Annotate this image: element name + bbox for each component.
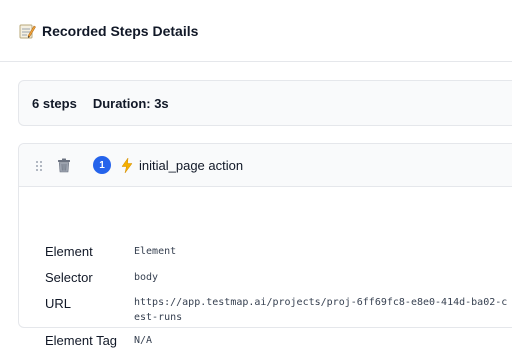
element-value: Element [134, 244, 512, 259]
element-tag-value: N/A [134, 333, 512, 348]
duration-text: Duration: 3s [93, 96, 169, 111]
url-label: URL [45, 296, 71, 311]
page-header: Recorded Steps Details [0, 0, 512, 62]
memo-icon [18, 22, 36, 40]
step-card-header: 1 initial_page action [19, 144, 512, 187]
step-number-badge: 1 [93, 156, 111, 174]
lightning-icon [121, 158, 133, 173]
steps-count: 6 steps [32, 96, 77, 111]
drag-handle-icon[interactable] [35, 159, 43, 171]
delete-step-button[interactable] [57, 158, 71, 173]
url-value-line-1: https://app.testmap.ai/projects/proj-6ff… [134, 295, 512, 310]
selector-label: Selector [45, 270, 93, 285]
url-value-line-2: est-runs [134, 310, 512, 325]
step-card: 1 initial_page action Element Element Se… [18, 143, 512, 328]
page-title: Recorded Steps Details [42, 23, 198, 39]
steps-summary-bar: 6 steps Duration: 3s [18, 80, 512, 126]
trash-icon [57, 158, 71, 173]
element-label: Element [45, 244, 93, 259]
element-tag-label: Element Tag [45, 333, 117, 348]
selector-value: body [134, 270, 512, 285]
step-title: initial_page action [139, 158, 243, 173]
